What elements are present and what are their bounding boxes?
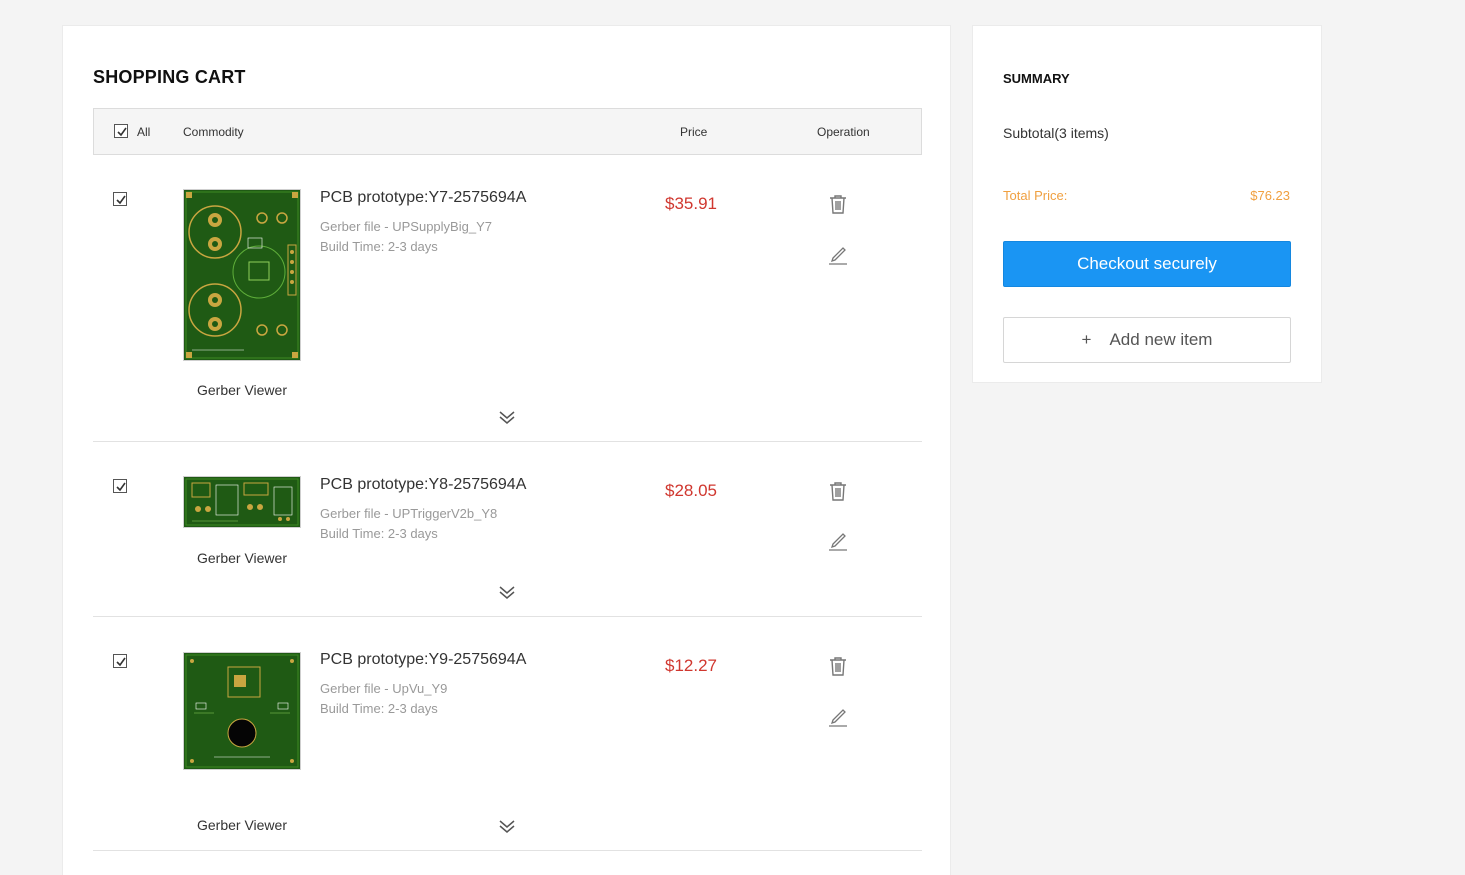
gerber-viewer-link[interactable]: Gerber Viewer: [183, 817, 301, 833]
total-price-label: Total Price:: [1003, 188, 1068, 203]
item-gerber-file: Gerber file - UPTriggerV2b_Y8: [320, 506, 498, 521]
gerber-viewer-link[interactable]: Gerber Viewer: [183, 550, 301, 566]
select-all-checkbox[interactable]: [114, 124, 128, 138]
item-checkbox[interactable]: [113, 479, 127, 493]
expand-chevron-icon[interactable]: [497, 583, 517, 606]
cart-item-row: Gerber Viewer PCB prototype:Y9-2575694A …: [93, 617, 922, 851]
item-checkbox[interactable]: [113, 192, 127, 206]
cart-item-row: Gerber Viewer PCB prototype:Y8-2575694A …: [93, 442, 922, 617]
pcb-thumbnail[interactable]: [183, 476, 301, 528]
edit-pencil-icon[interactable]: [827, 243, 849, 270]
expand-chevron-icon[interactable]: [497, 817, 517, 840]
item-build-time: Build Time: 2-3 days: [320, 526, 438, 541]
total-price-value: $76.23: [1250, 188, 1290, 203]
item-gerber-file: Gerber file - UpVu_Y9: [320, 681, 448, 696]
cart-item-row: Gerber Viewer PCB prototype:Y7-2575694A …: [93, 156, 922, 442]
column-header-operation: Operation: [817, 125, 870, 139]
item-gerber-file: Gerber file - UPSupplyBig_Y7: [320, 219, 492, 234]
item-name: PCB prototype:Y8-2575694A: [320, 476, 527, 493]
shopping-cart-panel: SHOPPING CART All Commodity Price Operat…: [62, 25, 951, 875]
summary-title: SUMMARY: [1003, 71, 1070, 86]
column-header-commodity: Commodity: [183, 125, 244, 139]
edit-pencil-icon[interactable]: [827, 705, 849, 732]
item-price: $28.05: [665, 481, 717, 500]
select-all-label: All: [137, 125, 151, 139]
pcb-thumbnail[interactable]: [183, 189, 301, 361]
gerber-viewer-link[interactable]: Gerber Viewer: [183, 382, 301, 398]
edit-pencil-icon[interactable]: [827, 529, 849, 556]
item-build-time: Build Time: 2-3 days: [320, 239, 438, 254]
item-price: $35.91: [665, 194, 717, 213]
item-name: PCB prototype:Y9-2575694A: [320, 651, 527, 668]
pcb-thumbnail[interactable]: [183, 652, 301, 770]
item-price: $12.27: [665, 656, 717, 675]
trash-icon[interactable]: [827, 480, 849, 507]
plus-icon: +: [1081, 330, 1092, 349]
item-name: PCB prototype:Y7-2575694A: [320, 189, 527, 206]
expand-chevron-icon[interactable]: [497, 408, 517, 431]
add-new-item-label: Add new item: [1109, 330, 1213, 349]
add-new-item-button[interactable]: + Add new item: [1003, 317, 1291, 363]
item-checkbox[interactable]: [113, 654, 127, 668]
subtotal-text: Subtotal(3 items): [1003, 125, 1109, 141]
trash-icon[interactable]: [827, 655, 849, 682]
cart-table-header: All Commodity Price Operation: [93, 108, 922, 155]
checkout-button[interactable]: Checkout securely: [1003, 241, 1291, 287]
trash-icon[interactable]: [827, 193, 849, 220]
summary-panel: SUMMARY Subtotal(3 items) Total Price: $…: [972, 25, 1322, 383]
item-build-time: Build Time: 2-3 days: [320, 701, 438, 716]
page-title: SHOPPING CART: [93, 67, 246, 87]
column-header-price: Price: [680, 125, 708, 139]
